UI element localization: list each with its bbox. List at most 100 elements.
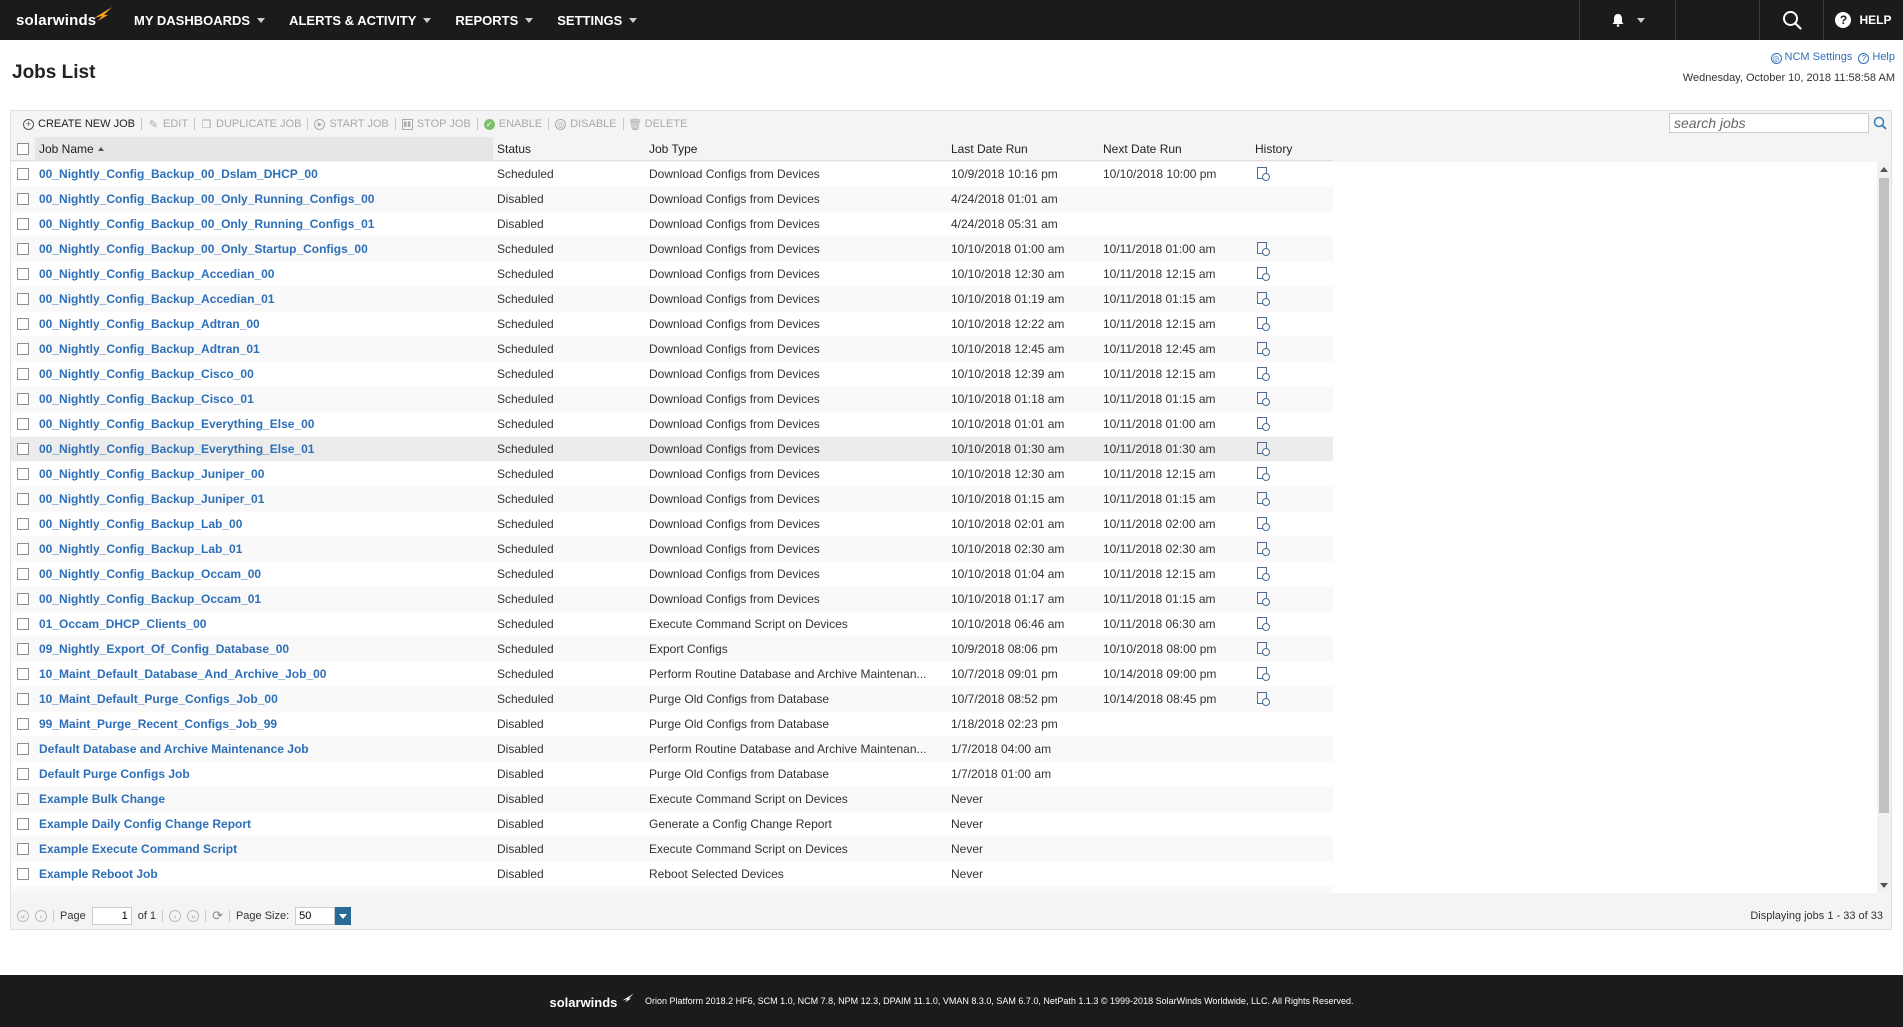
history-log-icon[interactable] — [1257, 591, 1270, 606]
column-header-status[interactable]: Status — [493, 137, 645, 161]
job-name-link[interactable]: 10_Maint_Default_Database_And_Archive_Jo… — [35, 667, 493, 681]
row-checkbox[interactable] — [17, 718, 29, 730]
job-name-link[interactable]: 00_Nightly_Config_Backup_00_Only_Startup… — [35, 242, 493, 256]
vertical-scrollbar[interactable] — [1877, 162, 1891, 893]
scroll-down-arrow-icon[interactable] — [1880, 883, 1888, 888]
job-name-link[interactable]: 00_Nightly_Config_Backup_00_Only_Running… — [35, 217, 493, 231]
help-button[interactable]: ? HELP — [1823, 0, 1903, 40]
table-row[interactable]: 00_Nightly_Config_Backup_Cisco_01 Schedul… — [11, 387, 1333, 412]
table-row[interactable]: 00_Nightly_Config_Backup_Accedian_01 Sche… — [11, 287, 1333, 312]
job-name-link[interactable]: Default Database and Archive Maintenance… — [35, 742, 493, 756]
duplicate-job-button[interactable]: ❐ DUPLICATE JOB — [195, 118, 307, 131]
enable-button[interactable]: ✓ ENABLE — [478, 118, 548, 130]
delete-button[interactable]: 🗑 DELETE — [624, 118, 694, 131]
table-row[interactable]: 00_Nightly_Config_Backup_Adtran_01 Schedu… — [11, 337, 1333, 362]
row-checkbox[interactable] — [17, 593, 29, 605]
history-log-icon[interactable] — [1257, 616, 1270, 631]
history-log-icon[interactable] — [1257, 441, 1270, 456]
table-row[interactable]: 00_Nightly_Config_Backup_00_Dslam_DHCP_0… — [11, 162, 1333, 187]
job-name-link[interactable]: 00_Nightly_Config_Backup_Juniper_01 — [35, 492, 493, 506]
row-checkbox[interactable] — [17, 818, 29, 830]
row-checkbox[interactable] — [17, 768, 29, 780]
job-name-link[interactable]: 00_Nightly_Config_Backup_Cisco_01 — [35, 392, 493, 406]
job-name-link[interactable]: 00_Nightly_Config_Backup_00_Dslam_DHCP_0… — [35, 167, 493, 181]
row-checkbox[interactable] — [17, 743, 29, 755]
row-checkbox[interactable] — [17, 518, 29, 530]
row-checkbox[interactable] — [17, 293, 29, 305]
column-header-next-date-run[interactable]: Next Date Run — [1099, 137, 1251, 161]
page-number-input[interactable] — [91, 907, 132, 925]
history-log-icon[interactable] — [1257, 566, 1270, 581]
start-job-button[interactable]: ▶ START JOB — [308, 118, 394, 130]
history-log-icon[interactable] — [1257, 641, 1270, 656]
row-checkbox[interactable] — [17, 668, 29, 680]
job-name-link[interactable]: 99_Maint_Purge_Recent_Configs_Job_99 — [35, 717, 493, 731]
job-name-link[interactable]: 00_Nightly_Config_Backup_00_Only_Running… — [35, 192, 493, 206]
job-name-link[interactable]: 00_Nightly_Config_Backup_Accedian_00 — [35, 267, 493, 281]
history-log-icon[interactable] — [1257, 416, 1270, 431]
row-checkbox[interactable] — [17, 418, 29, 430]
table-row[interactable]: Default Purge Configs Job Disabled Purge O… — [11, 762, 1333, 787]
job-name-link[interactable]: 00_Nightly_Config_Backup_Occam_01 — [35, 592, 493, 606]
next-page-icon[interactable]: › — [169, 910, 182, 922]
table-row[interactable]: Example Daily Config Change Report Disabl… — [11, 812, 1333, 837]
table-row[interactable]: 00_Nightly_Config_Backup_Occam_00 Schedul… — [11, 562, 1333, 587]
row-checkbox[interactable] — [17, 493, 29, 505]
table-row[interactable]: 00_Nightly_Config_Backup_Juniper_01 Sched… — [11, 487, 1333, 512]
column-header-last-date-run[interactable]: Last Date Run — [947, 137, 1099, 161]
job-name-link[interactable]: 09_Nightly_Export_Of_Config_Database_00 — [35, 642, 493, 656]
help-link[interactable]: ? Help — [1858, 51, 1895, 64]
table-row[interactable]: Example Execute Command Script Disabled Ex… — [11, 837, 1333, 862]
refresh-icon[interactable]: ⟳ — [212, 908, 223, 924]
job-name-link[interactable]: Example Execute Command Script — [35, 842, 493, 856]
job-name-link[interactable]: Example Weekly Export of Config Database — [35, 892, 493, 893]
job-name-link[interactable]: 00_Nightly_Config_Backup_Adtran_00 — [35, 317, 493, 331]
row-checkbox[interactable] — [17, 643, 29, 655]
table-row[interactable]: 01_Occam_DHCP_Clients_00 Scheduled Execute… — [11, 612, 1333, 637]
job-name-link[interactable]: Example Bulk Change — [35, 792, 493, 806]
last-page-icon[interactable]: » — [187, 910, 200, 922]
table-row[interactable]: 00_Nightly_Config_Backup_Everything_Else… — [11, 437, 1333, 462]
first-page-icon[interactable]: « — [17, 910, 29, 922]
job-name-link[interactable]: Example Reboot Job — [35, 867, 493, 881]
row-checkbox[interactable] — [17, 543, 29, 555]
scroll-up-arrow-icon[interactable] — [1880, 167, 1888, 172]
table-row[interactable]: 00_Nightly_Config_Backup_Occam_01 Schedul… — [11, 587, 1333, 612]
column-header-history[interactable]: History — [1251, 137, 1333, 161]
history-log-icon[interactable] — [1257, 466, 1270, 481]
history-log-icon[interactable] — [1257, 516, 1270, 531]
nav-my-dashboards[interactable]: MY DASHBOARDS — [130, 0, 285, 40]
table-row[interactable]: 00_Nightly_Config_Backup_Adtran_00 Schedu… — [11, 312, 1333, 337]
disable-button[interactable]: ◎ DISABLE — [549, 118, 622, 130]
job-name-link[interactable]: 00_Nightly_Config_Backup_Lab_00 — [35, 517, 493, 531]
history-log-icon[interactable] — [1257, 541, 1270, 556]
job-name-link[interactable]: 00_Nightly_Config_Backup_Cisco_00 — [35, 367, 493, 381]
job-name-link[interactable]: 00_Nightly_Config_Backup_Accedian_01 — [35, 292, 493, 306]
previous-page-icon[interactable]: ‹ — [35, 910, 47, 922]
table-row[interactable]: 00_Nightly_Config_Backup_Lab_00 Scheduled… — [11, 512, 1333, 537]
table-row[interactable]: Example Weekly Export of Config Database… — [11, 887, 1333, 893]
job-name-link[interactable]: 00_Nightly_Config_Backup_Occam_00 — [35, 567, 493, 581]
nav-reports[interactable]: REPORTS — [451, 0, 553, 40]
job-name-link[interactable]: 10_Maint_Default_Purge_Configs_Job_00 — [35, 692, 493, 706]
nav-alerts-activity[interactable]: ALERTS & ACTIVITY — [285, 0, 451, 40]
table-row[interactable]: 00_Nightly_Config_Backup_Accedian_00 Sche… — [11, 262, 1333, 287]
job-name-link[interactable]: 00_Nightly_Config_Backup_Adtran_01 — [35, 342, 493, 356]
job-name-link[interactable]: 00_Nightly_Config_Backup_Everything_Else… — [35, 417, 493, 431]
table-row[interactable]: Example Bulk Change Disabled Execute Comma… — [11, 787, 1333, 812]
table-row[interactable]: 00_Nightly_Config_Backup_Juniper_00 Sched… — [11, 462, 1333, 487]
table-row[interactable]: 00_Nightly_Config_Backup_Lab_01 Scheduled… — [11, 537, 1333, 562]
table-row[interactable]: 99_Maint_Purge_Recent_Configs_Job_99 Disa… — [11, 712, 1333, 737]
stop-job-button[interactable]: ▮▮ STOP JOB — [396, 118, 477, 130]
history-log-icon[interactable] — [1257, 341, 1270, 356]
table-row[interactable]: 10_Maint_Default_Database_And_Archive_Jo… — [11, 662, 1333, 687]
history-log-icon[interactable] — [1257, 691, 1270, 706]
table-row[interactable]: 09_Nightly_Export_Of_Config_Database_00 S… — [11, 637, 1333, 662]
job-name-link[interactable]: Example Daily Config Change Report — [35, 817, 493, 831]
row-checkbox[interactable] — [17, 793, 29, 805]
select-all-checkbox[interactable] — [17, 142, 29, 155]
table-row[interactable]: 00_Nightly_Config_Backup_00_Only_Running… — [11, 212, 1333, 237]
row-checkbox[interactable] — [17, 618, 29, 630]
search-jobs-input[interactable] — [1669, 113, 1869, 133]
ncm-settings-link[interactable]: ◎ NCM Settings — [1770, 51, 1852, 64]
